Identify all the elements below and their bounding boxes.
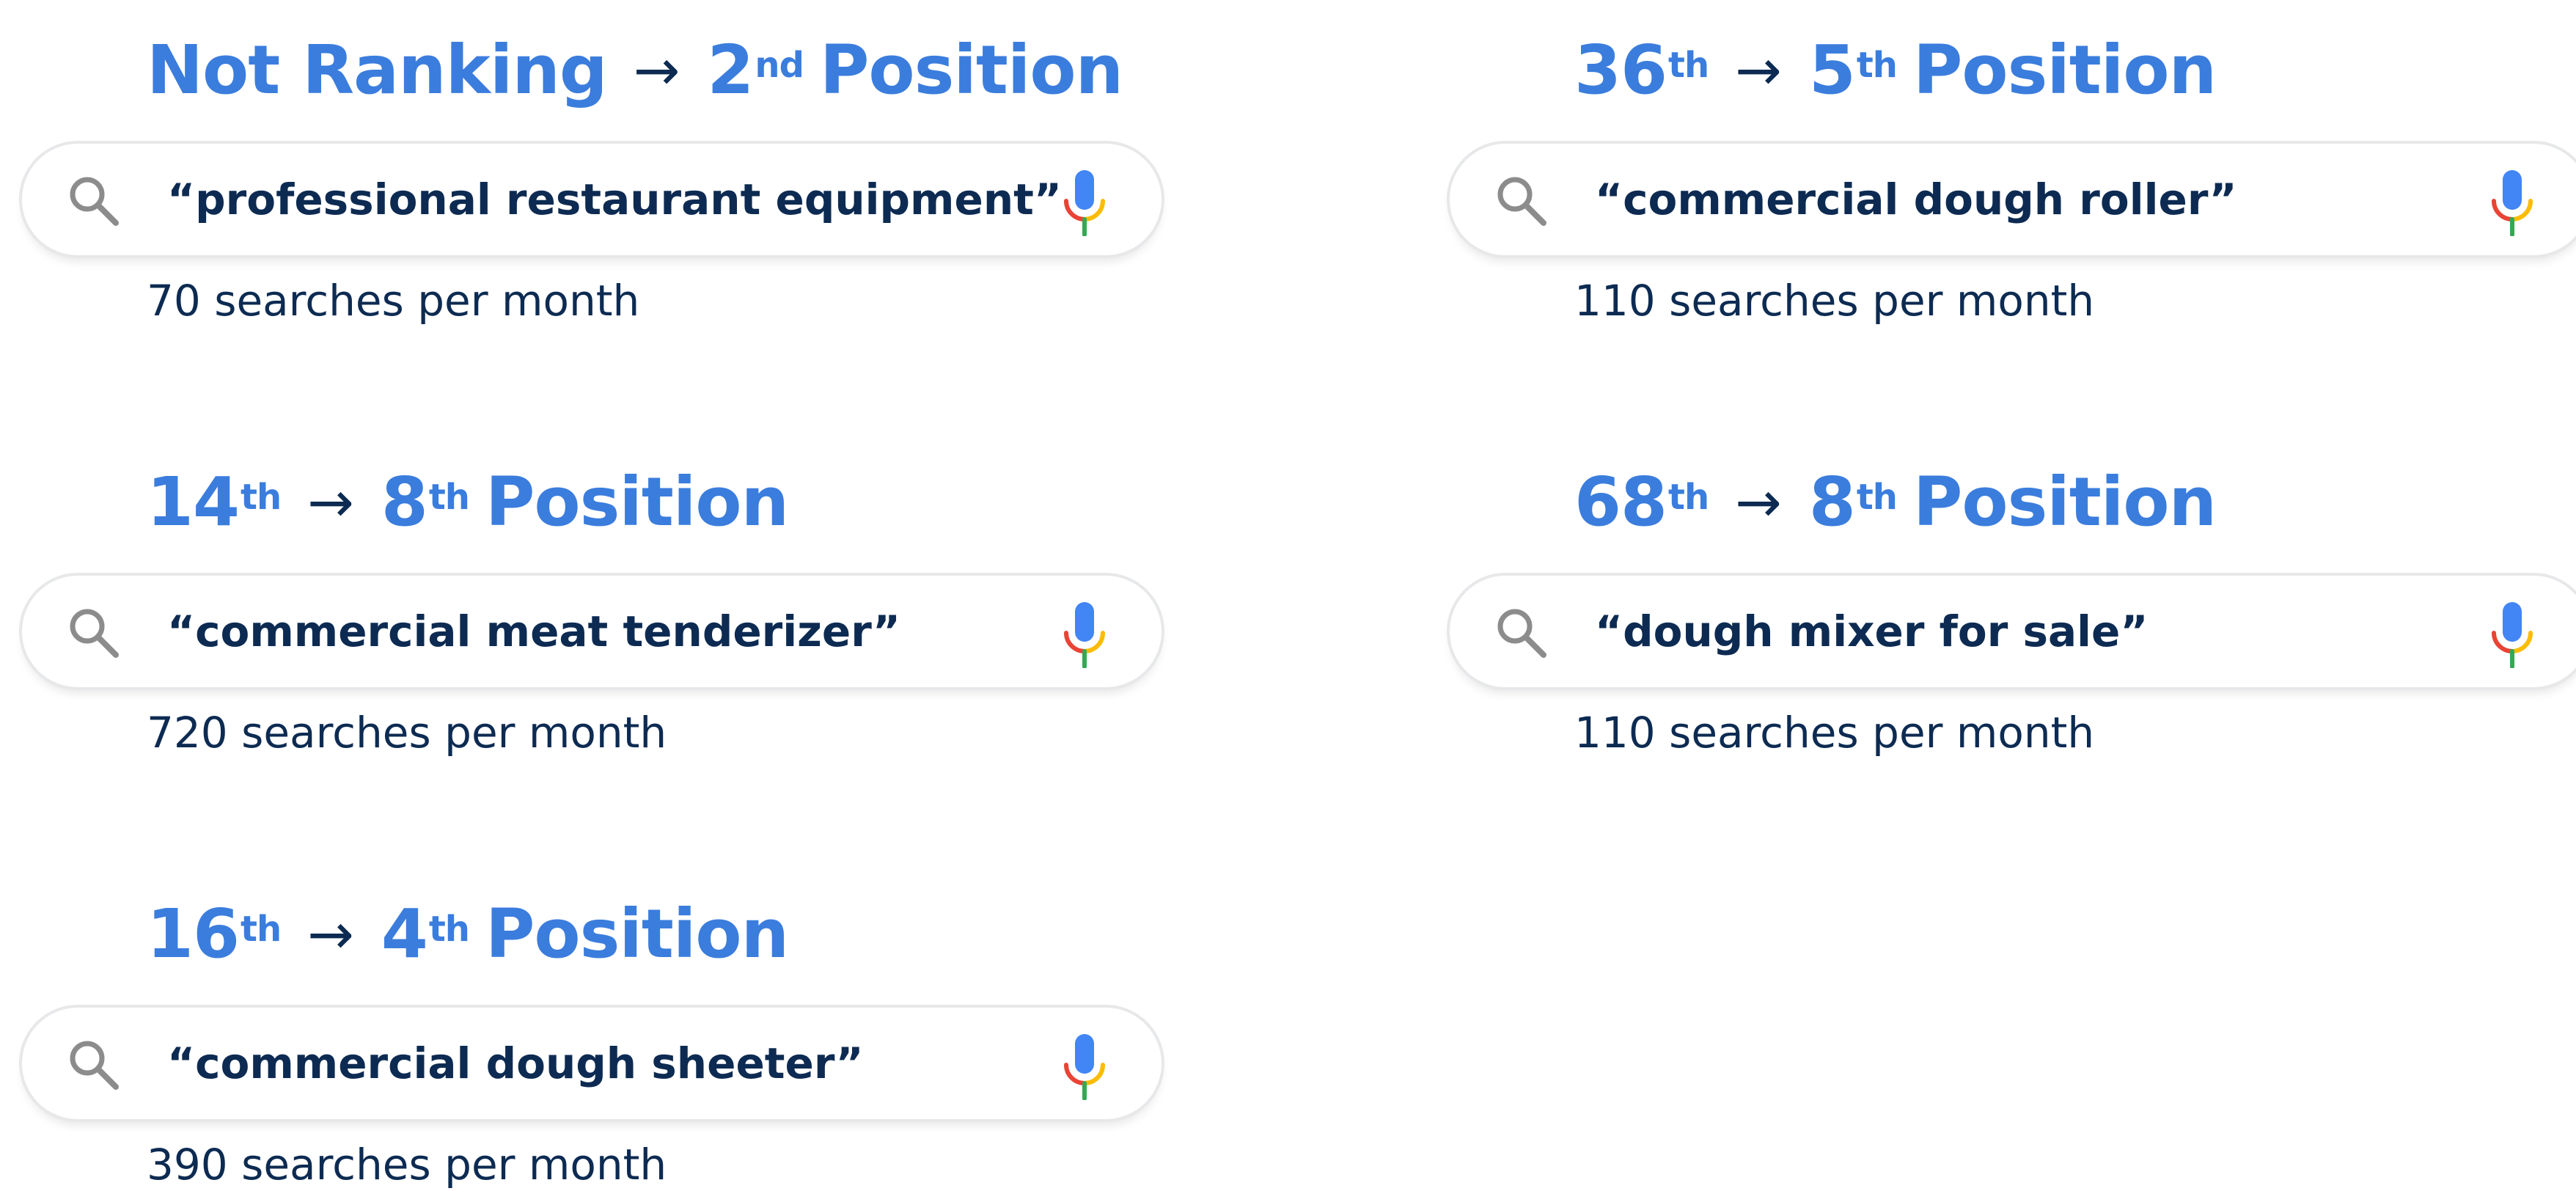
- to-rank: 4: [381, 894, 428, 973]
- keyword-card: 14th → 8th Position “commercial meat ten…: [0, 447, 1173, 758]
- keyword-card: 16th → 4th Position “commercial dough sh…: [0, 879, 1173, 1190]
- to-rank: 2: [707, 30, 754, 109]
- arrow-right-icon: →: [1735, 37, 1782, 103]
- keyword-card: 68th → 8th Position “dough mixer for sal…: [1428, 447, 2576, 758]
- search-bar[interactable]: “dough mixer for sale”: [1447, 573, 2576, 690]
- arrow-right-icon: →: [307, 469, 354, 535]
- search-icon: [1497, 609, 1546, 658]
- to-rank-suffix: th: [1856, 45, 1898, 86]
- position-label: Position: [1912, 462, 2217, 541]
- position-label: Position: [1912, 30, 2217, 109]
- microphone-icon[interactable]: [2489, 602, 2535, 668]
- to-rank-suffix: th: [428, 909, 470, 950]
- from-rank: 16: [147, 894, 240, 973]
- search-icon: [1497, 177, 1546, 226]
- from-rank: 68: [1574, 462, 1667, 541]
- to-rank-suffix: th: [428, 477, 470, 518]
- arrow-right-icon: →: [633, 37, 680, 103]
- to-rank: 5: [1808, 30, 1856, 109]
- ranking-heading: 36th → 5th Position: [1574, 15, 2217, 125]
- position-label: Position: [485, 894, 789, 973]
- from-rank-suffix: th: [241, 909, 282, 950]
- search-volume: 110 searches per month: [1574, 708, 2095, 758]
- arrow-right-icon: →: [1735, 469, 1782, 535]
- microphone-icon[interactable]: [1062, 602, 1107, 668]
- to-rank: 8: [1808, 462, 1856, 541]
- from-rank: 36: [1574, 30, 1667, 109]
- keyword-card: Not Ranking → 2nd Position “professional…: [0, 15, 1173, 326]
- search-icon: [70, 1041, 119, 1090]
- search-query: “dough mixer for sale”: [1595, 607, 2148, 656]
- search-volume: 390 searches per month: [147, 1140, 667, 1190]
- ranking-heading: 68th → 8th Position: [1574, 447, 2217, 557]
- keyword-card: 36th → 5th Position “commercial dough ro…: [1428, 15, 2576, 326]
- search-query: “commercial meat tenderizer”: [167, 607, 901, 656]
- microphone-icon[interactable]: [1062, 1034, 1107, 1100]
- search-bar[interactable]: “commercial meat tenderizer”: [19, 573, 1164, 690]
- from-rank-suffix: th: [241, 477, 282, 518]
- arrow-right-icon: →: [307, 901, 354, 967]
- search-icon: [70, 609, 119, 658]
- position-label: Position: [485, 462, 789, 541]
- from-rank-suffix: th: [1668, 477, 1709, 518]
- search-bar[interactable]: “professional restaurant equipment”: [19, 141, 1164, 258]
- microphone-icon[interactable]: [2489, 170, 2535, 236]
- from-rank: Not Ranking: [147, 30, 608, 109]
- microphone-icon[interactable]: [1062, 170, 1107, 236]
- to-rank-suffix: nd: [755, 45, 804, 86]
- ranking-heading: 16th → 4th Position: [147, 879, 789, 989]
- ranking-heading: Not Ranking → 2nd Position: [147, 15, 1123, 125]
- to-rank-suffix: th: [1856, 477, 1898, 518]
- search-query: “professional restaurant equipment”: [167, 175, 1062, 224]
- search-volume: 70 searches per month: [147, 276, 640, 326]
- search-volume: 720 searches per month: [147, 708, 667, 758]
- to-rank: 8: [381, 462, 428, 541]
- search-icon: [70, 177, 119, 226]
- search-query: “commercial dough sheeter”: [167, 1038, 864, 1088]
- position-label: Position: [819, 30, 1123, 109]
- search-volume: 110 searches per month: [1574, 276, 2095, 326]
- from-rank-suffix: th: [1668, 45, 1709, 86]
- from-rank: 14: [147, 462, 240, 541]
- search-query: “commercial dough roller”: [1595, 175, 2237, 224]
- search-bar[interactable]: “commercial dough roller”: [1447, 141, 2576, 258]
- ranking-heading: 14th → 8th Position: [147, 447, 789, 557]
- search-bar[interactable]: “commercial dough sheeter”: [19, 1005, 1164, 1122]
